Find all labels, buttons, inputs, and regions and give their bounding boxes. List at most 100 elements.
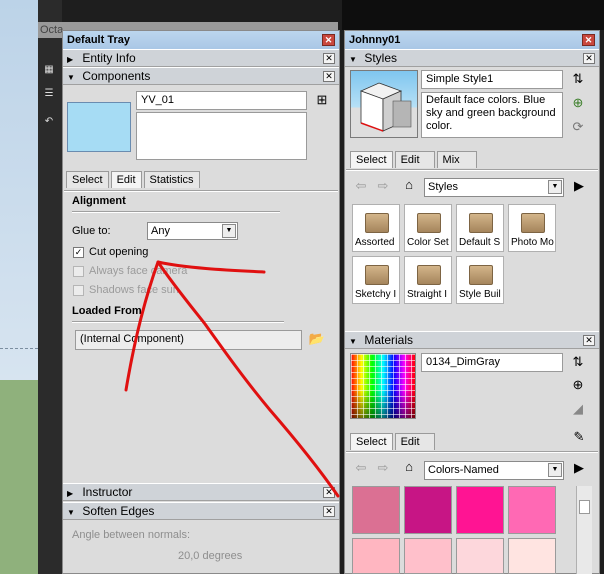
material-tab-edit[interactable]: Edit — [394, 433, 435, 450]
tab-edit[interactable]: Edit — [110, 171, 142, 188]
folder-icon — [469, 265, 493, 285]
style-details-icon[interactable]: ⇅ — [571, 72, 585, 86]
always-face-camera-checkbox[interactable]: Always face camera — [73, 265, 187, 277]
material-swatch[interactable] — [456, 538, 504, 574]
undo-tool-icon[interactable]: ↶ — [42, 116, 56, 128]
materials-label: Materials — [364, 333, 414, 347]
forward-arrow-icon[interactable]: ⇨ — [376, 179, 390, 193]
material-swatch[interactable] — [508, 486, 556, 534]
back-arrow-icon[interactable]: ⇦ — [354, 179, 368, 193]
close-icon[interactable]: ✕ — [322, 34, 335, 46]
glue-to-label: Glue to: — [72, 225, 111, 237]
open-folder-icon[interactable]: 📂 — [308, 332, 326, 346]
style-tab-select[interactable]: Select — [350, 151, 393, 168]
close-icon[interactable]: ✕ — [582, 34, 595, 46]
style-item-assorted[interactable]: Assorted — [352, 204, 400, 252]
material-swatch[interactable] — [352, 486, 400, 534]
styles-collection-dropdown[interactable]: Styles ▼ — [424, 178, 564, 197]
styles-collection-value: Styles — [428, 181, 458, 193]
close-panel-icon[interactable]: ✕ — [583, 335, 595, 346]
tab-statistics[interactable]: Statistics — [143, 171, 200, 188]
close-panel-icon[interactable]: ✕ — [323, 506, 335, 517]
style-description-input[interactable]: Default face colors. Blue sky and green … — [421, 92, 563, 138]
component-description-input[interactable] — [136, 112, 307, 160]
checkbox-box — [73, 265, 84, 277]
style-tab-mix[interactable]: Mix — [436, 151, 477, 168]
entity-info-panel-header[interactable]: ▶ Entity Info ✕ — [63, 49, 339, 67]
style-item-label: Straight I — [407, 289, 448, 300]
material-swatch[interactable] — [456, 486, 504, 534]
style-item-photo[interactable]: Photo Mo — [508, 204, 556, 252]
component-name-input[interactable]: YV_01 — [136, 91, 307, 110]
viewport-sky — [0, 0, 38, 380]
refresh-style-icon[interactable]: ⟳ — [570, 120, 586, 134]
loaded-from-value: (Internal Component) — [80, 333, 184, 345]
alignment-heading: Alignment — [72, 195, 126, 207]
material-color-preview — [350, 353, 416, 419]
style-tab-edit[interactable]: Edit — [394, 151, 435, 168]
details-menu-icon[interactable]: ▶ — [571, 461, 587, 475]
material-swatch[interactable] — [508, 538, 556, 574]
chevron-down-icon: ▼ — [548, 180, 562, 194]
components-panel-header[interactable]: ▼ Components ✕ — [63, 67, 339, 85]
style-item-sketchy[interactable]: Sketchy I — [352, 256, 400, 304]
scrollbar-thumb[interactable] — [579, 500, 590, 514]
soften-edges-panel-header[interactable]: ▼ Soften Edges ✕ — [63, 502, 339, 520]
material-tab-select[interactable]: Select — [350, 433, 393, 450]
outliner-tool-icon[interactable]: ☰ — [42, 88, 56, 100]
home-icon[interactable]: ⌂ — [400, 460, 418, 474]
materials-panel-header[interactable]: ▼ Materials ✕ — [345, 331, 599, 349]
tab-select[interactable]: Select — [66, 171, 109, 188]
style-item-label: Assorted — [355, 237, 395, 248]
expand-triangle-icon: ▶ — [67, 55, 74, 64]
folder-icon — [469, 213, 493, 233]
styles-panel-header[interactable]: ▼ Styles ✕ — [345, 49, 599, 67]
close-panel-icon[interactable]: ✕ — [583, 53, 595, 64]
component-details-icon[interactable]: ⊞ — [316, 93, 328, 107]
close-panel-icon[interactable]: ✕ — [323, 487, 335, 498]
expand-triangle-icon: ▶ — [67, 489, 74, 498]
style-item-style-builder[interactable]: Style Buil — [456, 256, 504, 304]
style-item-label: Photo Mo — [511, 237, 554, 248]
create-material-icon[interactable]: ⊕ — [569, 378, 587, 392]
home-icon[interactable]: ⌂ — [400, 178, 418, 192]
angle-label: Angle between normals: — [72, 529, 191, 541]
eyedropper-icon[interactable]: ✎ — [572, 430, 586, 444]
paint-bucket-icon[interactable]: ◢ — [569, 402, 587, 416]
viewport-ground — [0, 380, 38, 574]
material-swatch[interactable] — [352, 538, 400, 574]
material-details-icon[interactable]: ⇅ — [571, 355, 585, 369]
materials-scrollbar[interactable] — [576, 486, 592, 574]
shadows-face-sun-label: Shadows face sun — [89, 284, 179, 296]
entity-info-label: Entity Info — [82, 51, 136, 65]
forward-arrow-icon[interactable]: ⇨ — [376, 461, 390, 475]
material-tab-select-label: Select — [356, 436, 387, 448]
close-panel-icon[interactable]: ✕ — [323, 53, 335, 64]
style-item-label: Sketchy I — [355, 289, 397, 300]
material-name-input[interactable]: 0134_DimGray — [421, 353, 563, 372]
cut-opening-checkbox[interactable]: ✓ Cut opening — [73, 246, 148, 258]
style-item-color-set[interactable]: Color Set — [404, 204, 452, 252]
style-name-input[interactable]: Simple Style1 — [421, 70, 563, 89]
soften-edges-label: Soften Edges — [82, 504, 155, 518]
material-swatch[interactable] — [404, 486, 452, 534]
style-item-default[interactable]: Default S — [456, 204, 504, 252]
default-tray-title: Default Tray ✕ — [63, 31, 339, 49]
layers-tool-icon[interactable]: ▦ — [42, 64, 56, 76]
style-tab-divider — [346, 169, 598, 171]
style-item-straight[interactable]: Straight I — [404, 256, 452, 304]
johnny-tray-title: Johnny01 ✕ — [345, 31, 599, 49]
angle-value: 20,0 degrees — [178, 550, 243, 562]
shadows-face-sun-checkbox[interactable]: Shadows face sun — [73, 284, 179, 296]
glue-to-dropdown[interactable]: Any ▼ — [147, 222, 238, 240]
details-menu-icon[interactable]: ▶ — [571, 179, 587, 193]
close-panel-icon[interactable]: ✕ — [323, 71, 335, 82]
back-arrow-icon[interactable]: ⇦ — [354, 461, 368, 475]
instructor-panel-header[interactable]: ▶ Instructor ✕ — [63, 483, 339, 501]
style-item-label: Color Set — [407, 237, 449, 248]
materials-collection-dropdown[interactable]: Colors-Named ▼ — [424, 461, 564, 480]
collapse-triangle-icon: ▼ — [349, 337, 357, 346]
loaded-from-rule — [72, 321, 284, 323]
create-style-icon[interactable]: ⊕ — [569, 96, 587, 110]
material-swatch[interactable] — [404, 538, 452, 574]
